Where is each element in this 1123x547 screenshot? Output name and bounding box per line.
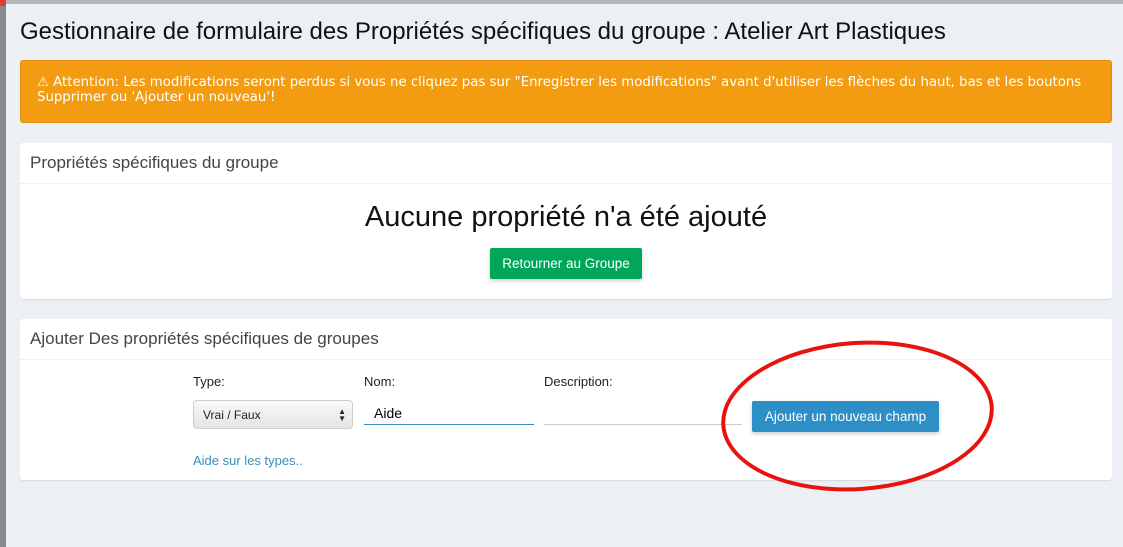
properties-box-title: Propriétés spécifiques du groupe	[20, 143, 1112, 184]
select-arrows-icon: ▲ ▼	[338, 407, 346, 423]
add-new-field-button[interactable]: Ajouter un nouveau champ	[752, 401, 939, 432]
warning-alert: ⚠ Attention: Les modifications seront pe…	[20, 60, 1112, 123]
description-input[interactable]	[544, 401, 742, 425]
page-title: Gestionnaire de formulaire des Propriété…	[20, 18, 946, 45]
type-help-link[interactable]: Aide sur les types..	[193, 453, 303, 468]
type-select-value: Vrai / Faux	[203, 408, 261, 422]
name-label: Nom:	[364, 374, 396, 389]
top-bar	[0, 0, 1123, 4]
name-input[interactable]	[364, 401, 534, 425]
warning-icon: ⚠	[37, 75, 49, 90]
type-select[interactable]: Vrai / Faux ▲ ▼	[193, 400, 353, 429]
properties-box: Propriétés spécifiques du groupe Aucune …	[20, 143, 1112, 299]
add-box-title: Ajouter Des propriétés spécifiques de gr…	[20, 319, 1112, 360]
description-label: Description:	[544, 374, 613, 389]
left-sidebar-edge	[0, 0, 6, 547]
warning-text: Attention: Les modifications seront perd…	[37, 75, 1082, 105]
return-to-group-button[interactable]: Retourner au Groupe	[490, 248, 642, 279]
empty-message: Aucune propriété n'a été ajouté	[364, 201, 768, 233]
add-property-box: Ajouter Des propriétés spécifiques de gr…	[20, 319, 1112, 480]
type-label: Type:	[193, 374, 225, 389]
